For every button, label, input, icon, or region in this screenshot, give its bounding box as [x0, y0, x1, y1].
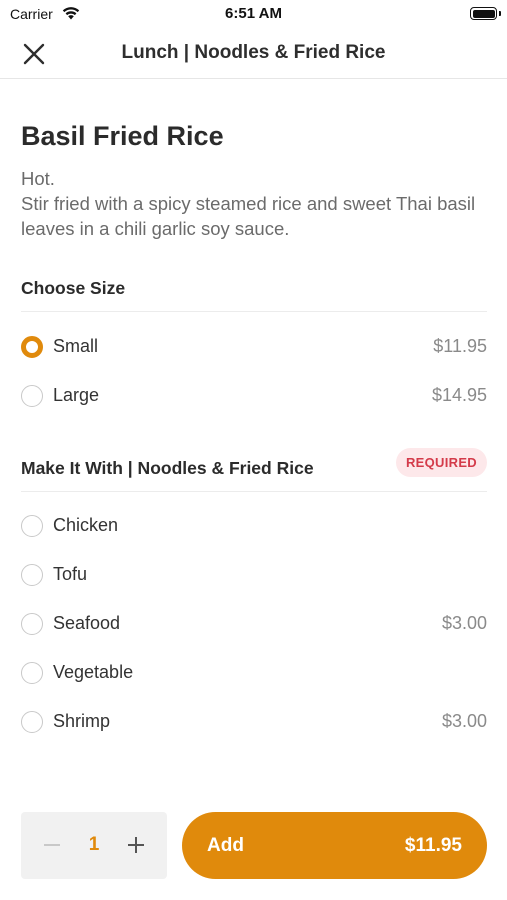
clock: 6:51 AM — [225, 5, 282, 22]
quantity-stepper: 1 — [21, 812, 167, 879]
section-title: Choose Size — [21, 278, 126, 298]
item-description-line2: Stir fried with a spicy steamed rice and… — [21, 193, 476, 239]
battery-tip — [499, 11, 501, 16]
option-row-shrimp[interactable]: Shrimp $3.00 — [21, 702, 487, 742]
required-badge: REQUIRED — [395, 448, 487, 477]
add-button-price: $11.95 — [404, 835, 462, 856]
option-label: Chicken — [53, 515, 119, 535]
section-header-size: Choose Size — [21, 268, 487, 312]
item-name: Basil Fried Rice — [21, 121, 224, 151]
radio-selected-icon[interactable] — [21, 336, 43, 358]
option-label: Tofu — [53, 564, 88, 584]
option-label: Shrimp — [53, 711, 111, 731]
radio-icon[interactable] — [21, 711, 43, 733]
option-price: $14.95 — [431, 385, 487, 405]
plus-icon[interactable] — [121, 830, 151, 860]
nav-bar: Lunch | Noodles & Fried Rice — [0, 28, 507, 79]
section-title: Make It With | Noodles & Fried Rice — [21, 458, 314, 478]
option-price: $3.00 — [441, 711, 487, 731]
radio-icon[interactable] — [21, 515, 43, 537]
option-label: Large — [53, 385, 100, 405]
radio-icon[interactable] — [21, 564, 43, 586]
radio-icon[interactable] — [21, 613, 43, 635]
option-row-small[interactable]: Small $11.95 — [21, 327, 487, 367]
battery-icon — [470, 7, 497, 20]
add-to-cart-button[interactable]: Add $11.95 — [182, 812, 487, 879]
option-label: Seafood — [53, 613, 121, 633]
option-label: Small — [53, 336, 99, 356]
option-row-large[interactable]: Large $14.95 — [21, 376, 487, 416]
option-price: $11.95 — [433, 336, 487, 356]
item-description: Hot. Stir fried with a spicy steamed ric… — [21, 166, 491, 241]
item-description-line1: Hot. — [21, 168, 55, 189]
section-header-make-it-with: Make It With | Noodles & Fried Rice REQU… — [21, 448, 487, 492]
bottom-action-bar: 1 Add $11.95 — [0, 792, 507, 900]
page-title: Lunch | Noodles & Fried Rice — [121, 42, 386, 63]
radio-icon[interactable] — [21, 385, 43, 407]
option-row-tofu[interactable]: Tofu — [21, 555, 487, 595]
option-price: $3.00 — [441, 613, 487, 633]
radio-icon[interactable] — [21, 662, 43, 684]
status-bar: Carrier 6:51 AM — [0, 0, 507, 28]
option-label: Vegetable — [53, 662, 134, 682]
option-row-vegetable[interactable]: Vegetable — [21, 653, 487, 693]
option-row-seafood[interactable]: Seafood $3.00 — [21, 604, 487, 644]
option-row-chicken[interactable]: Chicken — [21, 506, 487, 546]
add-button-label: Add — [207, 835, 244, 856]
